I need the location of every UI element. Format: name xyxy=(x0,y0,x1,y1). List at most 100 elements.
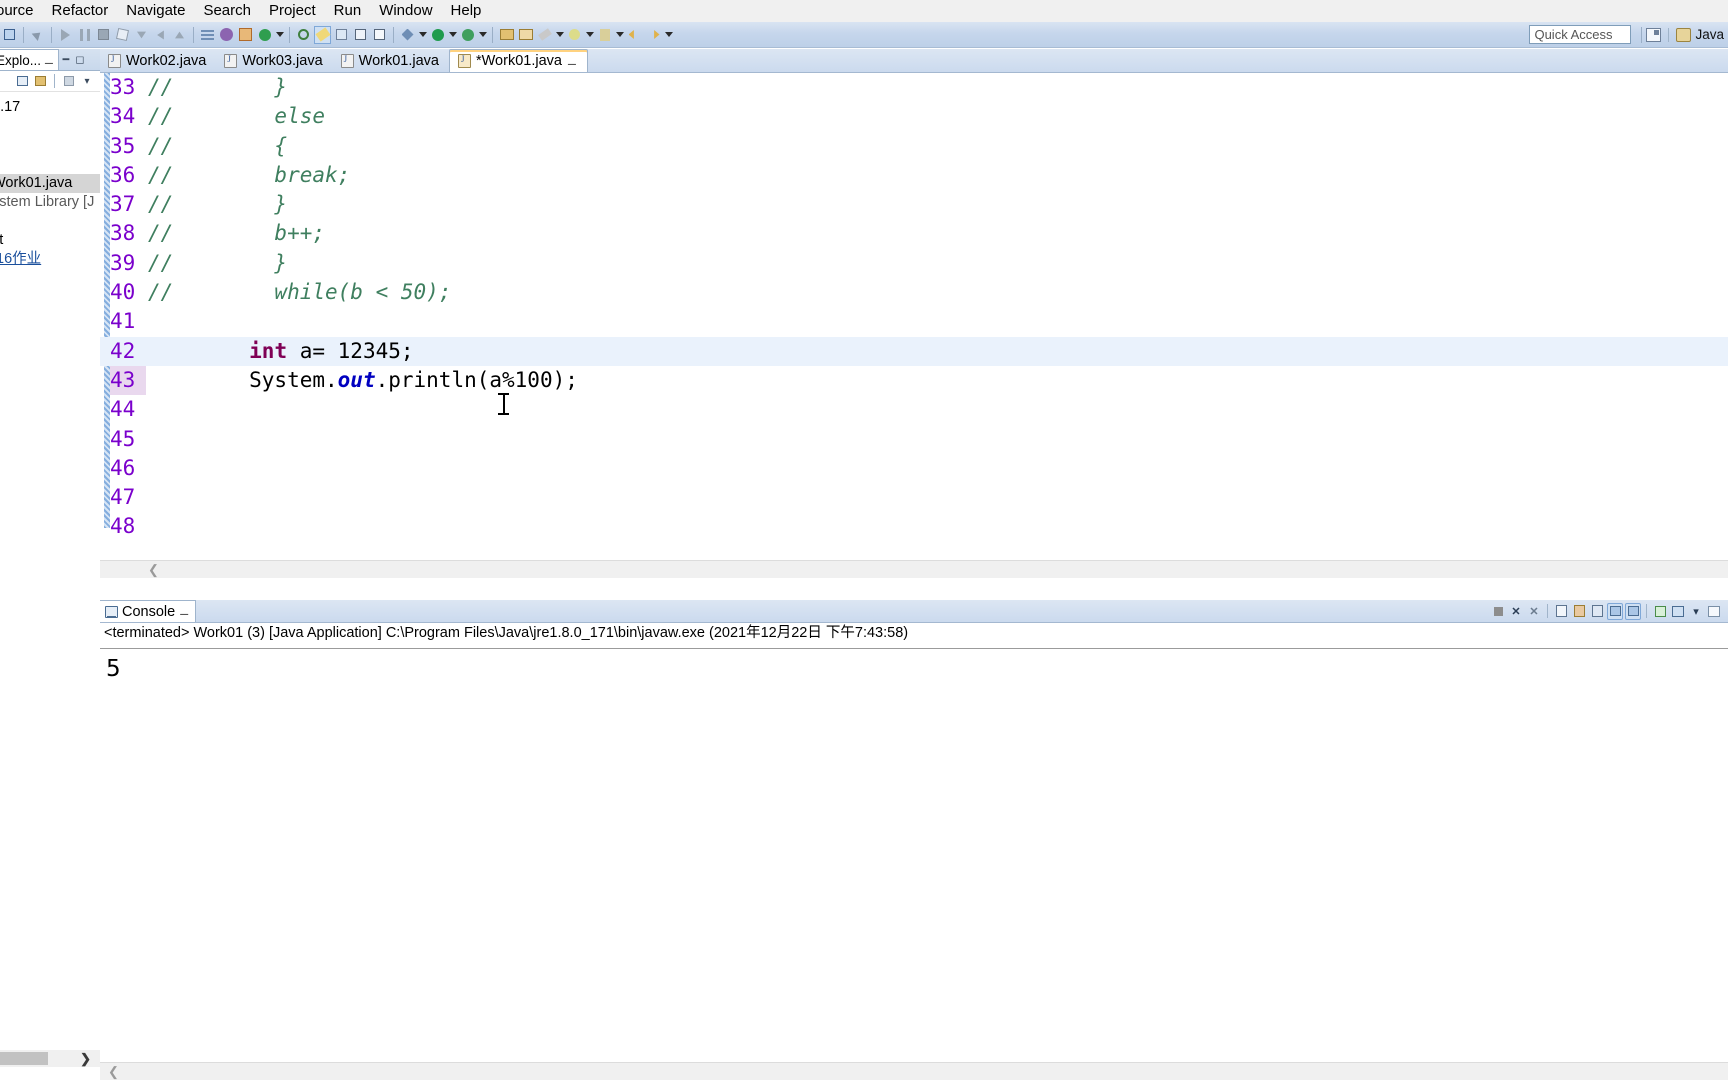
run-dropdown-icon[interactable] xyxy=(447,26,458,44)
tree-item-jre-system-library[interactable]: ystem Library [J xyxy=(0,193,100,212)
tab-console[interactable]: Console ⚊ xyxy=(100,600,197,622)
scroll-lock-icon[interactable] xyxy=(1571,603,1587,620)
code-line[interactable]: 36 // break; xyxy=(100,161,1728,190)
tab-work01-java[interactable]: Work01.java xyxy=(333,49,449,72)
scroll-left-icon[interactable]: ❮ xyxy=(100,562,159,578)
menu-item-run[interactable]: Run xyxy=(325,0,371,22)
perspective-switcher[interactable]: Java xyxy=(1646,25,1728,45)
tree-item[interactable]: xt xyxy=(0,231,100,250)
external-tools-icon[interactable] xyxy=(566,26,583,44)
package-explorer-hscrollbar[interactable]: ❯ xyxy=(0,1050,100,1067)
show-console-on-output-icon[interactable] xyxy=(1607,602,1623,620)
suspend-icon[interactable] xyxy=(76,26,93,44)
tab-work02-java[interactable]: Work02.java xyxy=(100,49,216,72)
editor-hscrollbar[interactable]: ❮ xyxy=(100,560,1728,578)
highlight-icon[interactable] xyxy=(314,25,331,44)
pin-icon[interactable] xyxy=(596,26,613,44)
debug-icon[interactable] xyxy=(399,26,416,44)
last-edit-icon[interactable] xyxy=(352,26,369,44)
quick-access-input[interactable]: Quick Access xyxy=(1529,25,1632,44)
tree-item-work01-java[interactable]: Work01.java xyxy=(0,174,100,193)
tree-item[interactable] xyxy=(0,155,100,174)
scrollbar-thumb[interactable] xyxy=(0,1052,48,1065)
code-line[interactable]: 37 // } xyxy=(100,190,1728,219)
back-icon[interactable] xyxy=(626,26,643,44)
scroll-left-icon[interactable]: ❮ xyxy=(100,1064,119,1080)
tab-package-explorer[interactable]: Explo... ⚊ xyxy=(0,49,59,70)
paragraph-icon[interactable] xyxy=(371,26,388,44)
new-annotation-icon[interactable] xyxy=(536,26,553,44)
menu-item-refactor[interactable]: Refactor xyxy=(43,0,118,22)
tab-work03-java[interactable]: Work03.java xyxy=(216,49,332,72)
terminate-icon[interactable] xyxy=(95,26,112,44)
tab-work01-java-modified[interactable]: *Work01.java ⚊ xyxy=(448,49,588,72)
history-dropdown-icon[interactable] xyxy=(663,26,674,44)
new-annotation-dropdown-icon[interactable] xyxy=(554,26,565,44)
code-line[interactable]: 33 // } xyxy=(100,73,1728,102)
view-menu-icon[interactable] xyxy=(62,74,76,88)
new-class-icon[interactable] xyxy=(256,26,273,44)
console-output[interactable]: 5 xyxy=(100,648,1728,1062)
run-external-icon[interactable] xyxy=(459,26,476,44)
menu-item-source[interactable]: ource xyxy=(0,0,43,22)
open-console-icon[interactable] xyxy=(1706,603,1722,620)
terminate-icon[interactable] xyxy=(1490,603,1506,620)
next-annotation-icon[interactable] xyxy=(333,26,350,44)
link-with-editor-icon[interactable] xyxy=(33,74,47,88)
pin-console-icon[interactable] xyxy=(1652,603,1668,620)
debug-dropdown-icon[interactable] xyxy=(417,26,428,44)
code-line[interactable]: 43 System.out.println(a%100); xyxy=(100,365,1728,396)
new-class-dropdown-icon[interactable] xyxy=(274,26,285,44)
menu-item-project[interactable]: Project xyxy=(260,0,325,22)
display-selected-console-icon[interactable] xyxy=(1670,603,1686,620)
collapse-all-icon[interactable] xyxy=(15,74,29,88)
chevron-down-icon[interactable]: ▾ xyxy=(80,74,94,88)
code-line[interactable]: 48 xyxy=(100,512,1728,541)
tree-item[interactable] xyxy=(0,136,100,155)
step-into-icon[interactable] xyxy=(133,26,150,44)
code-line[interactable]: 46 xyxy=(100,454,1728,483)
close-icon[interactable]: ⚊ xyxy=(567,55,577,68)
menu-item-search[interactable]: Search xyxy=(194,0,260,22)
clear-console-icon[interactable] xyxy=(1553,603,1569,620)
forward-icon[interactable] xyxy=(645,26,662,44)
word-wrap-icon[interactable] xyxy=(1589,603,1605,620)
scroll-right-icon[interactable]: ❯ xyxy=(80,1051,100,1067)
external-tools-dropdown-icon[interactable] xyxy=(584,26,595,44)
menu-item-help[interactable]: Help xyxy=(442,0,491,22)
skip-breakpoints-icon[interactable] xyxy=(218,26,235,44)
close-icon[interactable]: ⚊ xyxy=(179,605,189,618)
code-line[interactable]: 35 // { xyxy=(100,132,1728,161)
tree-item[interactable]: 2.17 xyxy=(0,98,100,117)
console-hscrollbar[interactable]: ❮ xyxy=(100,1062,1728,1080)
new-folder-icon[interactable] xyxy=(498,26,515,44)
open-task-icon[interactable] xyxy=(199,26,216,44)
code-line[interactable]: 39 // } xyxy=(100,249,1728,278)
new-java-project-icon[interactable] xyxy=(237,26,254,44)
code-line[interactable]: 40 // while(b < 50); xyxy=(100,278,1728,307)
open-type-icon[interactable] xyxy=(517,26,534,44)
run-external-dropdown-icon[interactable] xyxy=(477,26,488,44)
save-icon[interactable] xyxy=(1,26,18,44)
menu-item-navigate[interactable]: Navigate xyxy=(117,0,194,22)
step-return-icon[interactable] xyxy=(171,26,188,44)
resume-icon[interactable] xyxy=(57,26,74,44)
run-icon[interactable] xyxy=(429,26,446,44)
minimize-icon[interactable]: ━ xyxy=(59,53,73,67)
tree-item[interactable] xyxy=(0,212,100,231)
maximize-icon[interactable]: ◻ xyxy=(73,53,87,67)
code-line[interactable]: 42 int a= 12345; xyxy=(100,336,1728,366)
remove-launch-icon[interactable]: ✕ xyxy=(1508,603,1524,620)
pin-dropdown-icon[interactable] xyxy=(614,26,625,44)
code-line[interactable]: 45 xyxy=(100,425,1728,454)
close-icon[interactable]: ⚊ xyxy=(44,54,54,67)
show-console-on-error-icon[interactable] xyxy=(1625,602,1641,620)
search-icon[interactable] xyxy=(295,26,312,44)
menu-item-window[interactable]: Window xyxy=(370,0,441,22)
tree-item[interactable]: | xyxy=(0,269,100,288)
code-line[interactable]: 34 // else xyxy=(100,102,1728,131)
code-line[interactable]: 38 // b++; xyxy=(100,219,1728,248)
code-line[interactable]: 41 xyxy=(100,307,1728,336)
disconnect-icon[interactable] xyxy=(114,26,131,44)
tree-item-homework-folder[interactable]: .16作业 xyxy=(0,250,100,269)
